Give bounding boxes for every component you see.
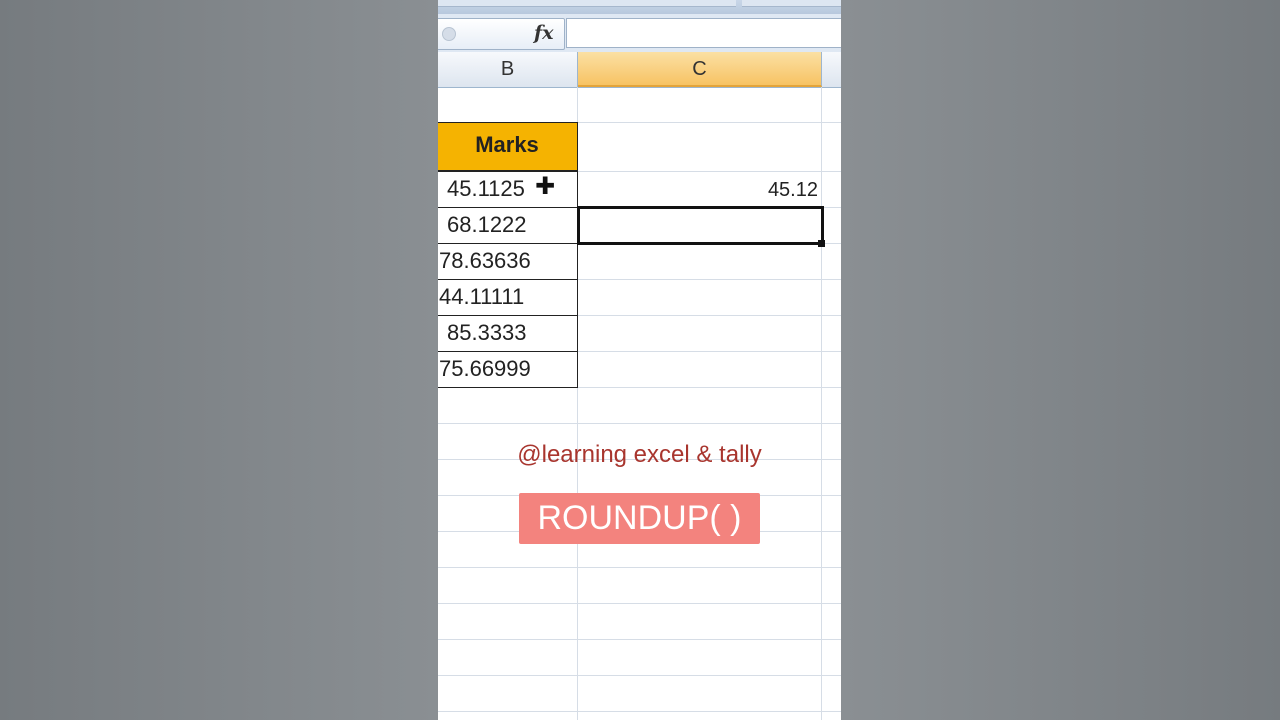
- ribbon-strip: [438, 0, 841, 14]
- ribbon-tab: [438, 0, 736, 7]
- gridline: [821, 87, 822, 720]
- result-cell[interactable]: 45.12: [578, 171, 818, 207]
- gridline: [438, 603, 841, 604]
- name-box-area[interactable]: fx: [438, 18, 565, 50]
- gridline: [438, 567, 841, 568]
- marks-cell[interactable]: 75.66999: [438, 351, 578, 388]
- gridline: [438, 711, 841, 712]
- worksheet-grid[interactable]: Marks 45.1125 68.1222 78.63636 44.11111 …: [438, 87, 841, 720]
- active-cell[interactable]: [577, 206, 824, 245]
- marks-cell[interactable]: 68.1222: [438, 207, 578, 244]
- column-headers: B C: [438, 52, 841, 88]
- channel-watermark: @learning excel & tally: [517, 441, 762, 468]
- column-header-b[interactable]: B: [438, 52, 578, 87]
- cross-cursor-icon: ✚: [535, 173, 556, 200]
- expand-icon[interactable]: [442, 27, 456, 41]
- column-header-c[interactable]: C: [578, 52, 822, 87]
- column-header-d[interactable]: [822, 52, 841, 87]
- formula-input[interactable]: [566, 18, 841, 48]
- ribbon-tab: [742, 0, 841, 7]
- marks-cell[interactable]: 78.63636: [438, 243, 578, 280]
- fill-handle[interactable]: [818, 240, 825, 247]
- function-badge: ROUNDUP( ): [519, 493, 760, 544]
- marks-header-cell[interactable]: Marks: [438, 122, 578, 171]
- marks-cell[interactable]: 44.11111: [438, 279, 578, 316]
- gridline: [438, 675, 841, 676]
- gridline: [438, 423, 841, 424]
- marks-cell[interactable]: 85.3333: [438, 315, 578, 352]
- phone-frame: fx B C Marks 45.1125 68.1222 78.63636 44…: [438, 0, 841, 720]
- formula-bar: fx: [438, 14, 841, 52]
- function-icon[interactable]: fx: [534, 22, 554, 44]
- gridline: [438, 639, 841, 640]
- marks-cell[interactable]: 45.1125: [438, 171, 578, 208]
